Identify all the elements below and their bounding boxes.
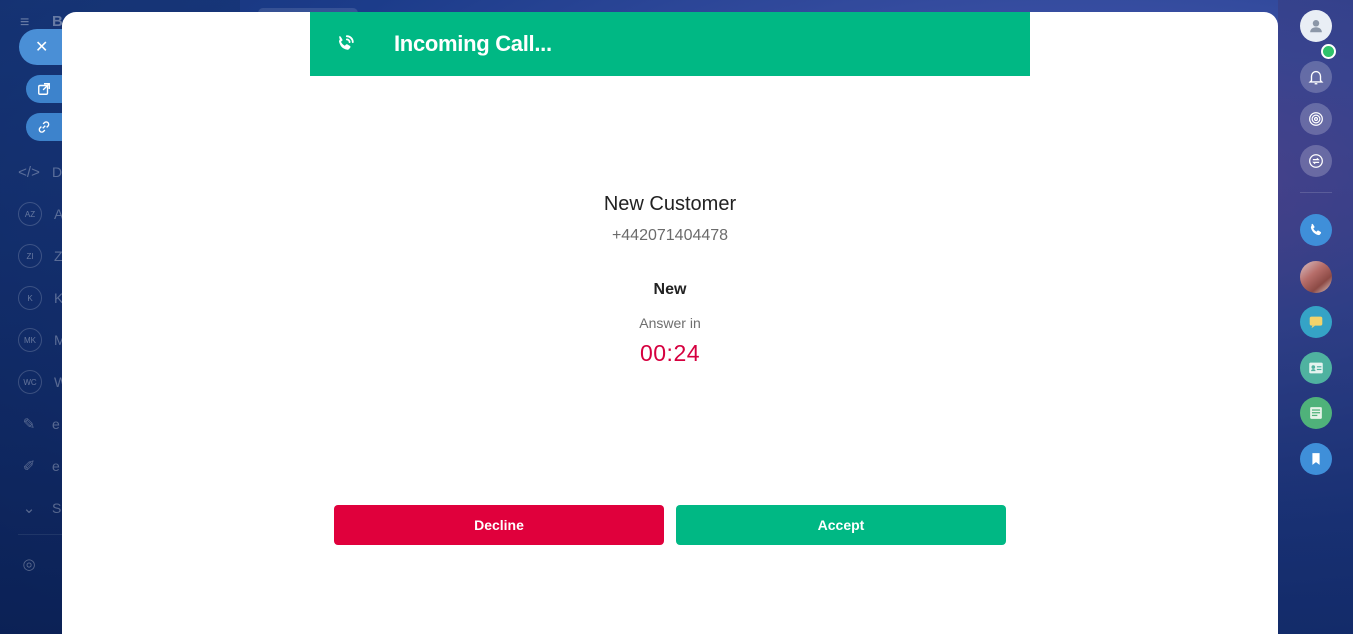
sync-chat-button[interactable] [1300,145,1332,177]
bell-icon [1308,70,1324,85]
telephony-button[interactable] [1300,214,1332,246]
background-nav-item: </> D [18,163,63,181]
answer-countdown: 00:24 [639,340,701,366]
background-nav-item: AZ A [18,202,63,226]
incoming-call-dialog: Incoming Call... New Customer +442071404… [62,12,1278,634]
user-profile-button[interactable] [1300,10,1336,59]
close-icon: ✕ [35,39,49,56]
divider [1300,192,1332,193]
background-nav-item: ✎ e [18,412,60,436]
newspaper-icon [1310,407,1322,419]
background-nav-item: K K [18,286,63,310]
messenger-button[interactable] [1300,306,1332,338]
online-status-icon [1321,44,1336,59]
background-nav-item: ✐ e [18,454,60,478]
chat-icon [1309,316,1323,329]
background-nav-item: ZI Z [18,244,63,268]
bookmark-icon [1312,453,1320,465]
external-link-icon [38,83,50,95]
call-title: Incoming Call... [394,31,552,56]
decline-button[interactable]: Decline [334,505,664,545]
caller-status: New [653,281,687,298]
pencil-icon: ✐ [22,458,36,475]
notifications-button[interactable] [1300,61,1332,93]
phone-icon [1310,223,1322,236]
answer-in-label: Answer in [639,315,701,331]
contact-center-button[interactable] [1300,352,1332,384]
contact-card-icon [1309,362,1323,374]
avatar[interactable] [1300,261,1332,293]
news-feed-button[interactable] [1300,397,1332,429]
accept-button[interactable]: Accept [676,505,1006,545]
phone-ringing-icon [339,35,354,50]
bookmarks-button[interactable] [1300,443,1332,475]
background-nav-item: ⌄ S [18,496,62,520]
user-profile-icon [1310,20,1322,33]
eye-icon: ◎ [22,556,36,573]
background-nav-item: WC W [18,370,67,394]
right-toolbar [1278,0,1353,634]
background-nav-item: ◎ [18,552,52,576]
background-nav-item: MK M [18,328,66,352]
chevron-down-icon: ⌄ [22,500,36,517]
document-edit-icon: ✎ [22,416,36,433]
sync-chat-icon [1309,154,1323,168]
code-icon: </> [18,163,40,181]
target-icon [1309,112,1323,126]
call-header: Incoming Call... [310,12,1030,76]
caller-name: New Customer [603,193,737,215]
target-button[interactable] [1300,103,1332,135]
link-icon [38,121,50,133]
caller-phone-number: +442071404478 [611,227,729,244]
